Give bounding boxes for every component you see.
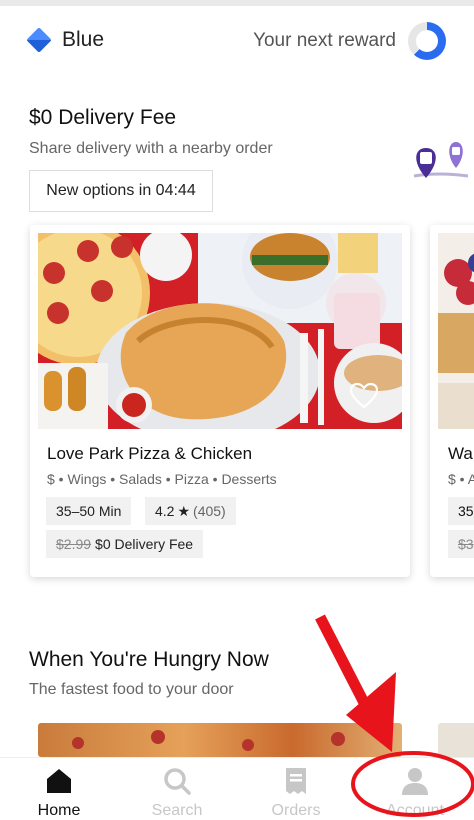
reward-label[interactable]: Your next reward [253, 30, 396, 52]
restaurant-photo-preview[interactable] [38, 723, 402, 757]
rating-value: 4.2 [155, 503, 175, 519]
map-pins-icon [413, 142, 469, 178]
restaurant-card-next[interactable]: Wa $ • A 35 $3 [430, 225, 474, 577]
search-icon [164, 768, 191, 795]
food-image [38, 233, 402, 429]
delivery-fee: $0 Delivery Fee [95, 536, 194, 552]
bottom-tab-bar: Home Search Orders Account [0, 757, 474, 820]
blue-diamond-icon [26, 27, 52, 53]
promo-subtitle: Share delivery with a nearby order [29, 140, 273, 157]
food-image [438, 233, 474, 429]
delivery-fee-chip: $2.99 $0 Delivery Fee [46, 530, 204, 558]
delivery-time-chip: 35–50 Min [46, 497, 132, 525]
restaurant-photo [438, 233, 474, 429]
old-delivery-fee: $2.99 [56, 536, 92, 552]
brand[interactable]: Blue [26, 27, 105, 53]
tab-home-label: Home [37, 802, 81, 819]
tab-search-label: Search [151, 802, 203, 819]
reward-progress-ring[interactable] [408, 22, 446, 60]
restaurant-name: Wa [448, 444, 473, 463]
section-subtitle: The fastest food to your door [29, 681, 234, 698]
top-header: Blue Your next reward [0, 18, 474, 70]
brand-name: Blue [62, 28, 105, 51]
home-icon [47, 769, 71, 793]
delivery-fee-chip: $3 [448, 530, 474, 558]
delivery-time: 35–50 Min [56, 503, 122, 519]
delivery-time-chip: 35 [448, 497, 474, 525]
receipt-icon [286, 768, 306, 794]
promo-title: $0 Delivery Fee [29, 106, 177, 129]
rating-chip: 4.2 ★ (405) [145, 497, 236, 525]
restaurant-card[interactable]: Love Park Pizza & Chicken $ • Wings • Sa… [30, 225, 410, 577]
tab-account-label: Account [386, 802, 444, 819]
tab-home[interactable]: Home [14, 766, 104, 820]
person-icon [402, 768, 428, 795]
tab-orders-label: Orders [271, 802, 321, 819]
section-title: When You're Hungry Now [29, 648, 269, 671]
star-icon: ★ [177, 502, 191, 519]
restaurant-name: Love Park Pizza & Chicken [47, 444, 253, 463]
tab-account[interactable]: Account [370, 766, 460, 820]
status-divider [0, 0, 474, 6]
food-image [72, 730, 345, 751]
restaurant-photo [38, 233, 402, 429]
tab-orders[interactable]: Orders [251, 766, 341, 820]
delivery-time: 35 [458, 503, 474, 519]
restaurant-photo-preview-next[interactable] [438, 723, 474, 757]
restaurant-tags: $ • Wings • Salads • Pizza • Desserts [47, 471, 277, 487]
old-delivery-fee: $3 [458, 536, 474, 552]
restaurant-tags: $ • A [448, 471, 474, 487]
favorite-heart-icon[interactable] [350, 383, 378, 409]
rating-count: (405) [193, 503, 226, 519]
promo-timer-button[interactable]: New options in 04:44 [29, 170, 213, 212]
tab-search[interactable]: Search [132, 766, 222, 820]
